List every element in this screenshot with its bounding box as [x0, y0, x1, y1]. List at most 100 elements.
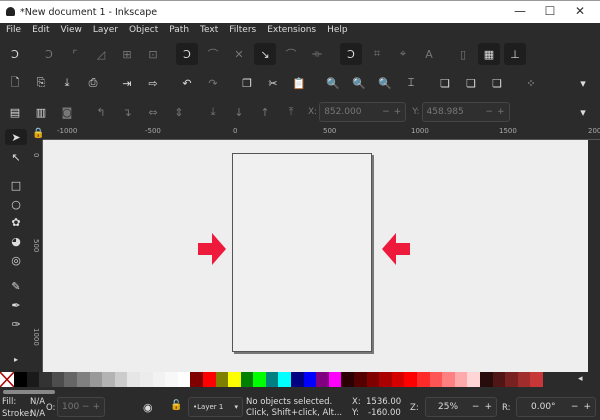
color-swatch[interactable] [102, 372, 115, 387]
snap-path-icon[interactable]: ⌒ [202, 43, 224, 65]
fill-value[interactable]: N/A [30, 397, 45, 407]
snap-guide-icon[interactable]: ⊥ [504, 43, 526, 65]
color-swatch[interactable] [152, 372, 166, 387]
color-swatch[interactable] [202, 372, 216, 387]
lower-bottom-icon[interactable]: ⤓ [202, 101, 224, 123]
color-swatch[interactable] [479, 372, 493, 387]
menu-edit[interactable]: Edit [26, 23, 54, 39]
color-swatch[interactable] [39, 372, 52, 387]
overflow-menu-icon[interactable]: ▾ [572, 72, 594, 94]
undo-icon[interactable]: ↶ [176, 72, 198, 94]
menu-view[interactable]: View [55, 23, 87, 39]
layer-visibility-eye-icon[interactable]: ◉ [143, 401, 153, 414]
node-tool-icon[interactable]: ↖ [5, 149, 27, 165]
select-all-layers-icon[interactable]: ▥ [30, 101, 52, 123]
rotate-cw-icon[interactable]: ↴ [116, 101, 138, 123]
color-swatch[interactable] [139, 372, 153, 387]
star-tool-icon[interactable]: ✿ [5, 214, 27, 230]
color-swatch[interactable] [303, 372, 317, 387]
pen-tool-icon[interactable]: ✒ [5, 297, 27, 313]
color-swatch[interactable] [417, 372, 430, 387]
color-swatch[interactable] [240, 372, 254, 387]
clone-icon[interactable]: ❏ [460, 72, 482, 94]
snap-intersection-icon[interactable]: ✕ [228, 43, 250, 65]
maximize-button[interactable]: ☐ [535, 4, 565, 20]
vertical-scrollbar[interactable] [588, 140, 600, 372]
snap-bbox-midpoint-icon[interactable]: ⊞ [116, 43, 138, 65]
export-icon[interactable]: ⇨ [142, 72, 164, 94]
redo-icon[interactable]: ↷ [202, 72, 224, 94]
color-swatch[interactable] [177, 372, 191, 387]
menu-file[interactable]: File [0, 23, 26, 39]
x-increment[interactable]: + [394, 107, 402, 117]
select-group-icon[interactable]: ⁘ [520, 72, 542, 94]
menu-help[interactable]: Help [321, 23, 353, 39]
palette-menu-icon[interactable]: ◂ [578, 374, 583, 384]
calligraphy-tool-icon[interactable]: ✑ [5, 316, 27, 332]
snap-midpoint-icon[interactable]: ⟛ [306, 43, 328, 65]
paste-icon[interactable]: 📋 [288, 72, 310, 94]
menu-path[interactable]: Path [163, 23, 194, 39]
3d-box-tool-icon[interactable]: ◕ [5, 233, 27, 249]
rotate-cw-button[interactable]: + [583, 402, 591, 412]
color-swatch[interactable] [14, 372, 27, 387]
copy-icon[interactable]: ❐ [236, 72, 258, 94]
color-swatch[interactable] [215, 372, 229, 387]
no-paint-swatch-icon[interactable] [0, 372, 14, 387]
unlink-clone-icon[interactable]: ❏ [486, 72, 508, 94]
color-swatch[interactable] [391, 372, 405, 387]
rectangle-tool-icon[interactable]: □ [5, 177, 27, 193]
snap-nodes-icon[interactable]: Ↄ [176, 43, 198, 65]
snap-grid-icon[interactable]: ▦ [478, 43, 500, 65]
zoom-selection-icon[interactable]: 🔍 [322, 72, 344, 94]
y-decrement[interactable]: − [485, 107, 493, 117]
opacity-increment[interactable]: + [92, 402, 100, 412]
color-swatch[interactable] [467, 372, 480, 387]
selector-tool-icon[interactable]: ➤ [5, 129, 27, 145]
rotation-input[interactable]: 0.00° − + [516, 397, 596, 417]
zoom-in-button[interactable]: + [484, 402, 492, 412]
color-swatch[interactable] [442, 372, 455, 387]
color-swatch[interactable] [127, 372, 140, 387]
x-input[interactable]: 852.000 − + [319, 102, 407, 122]
color-swatch[interactable] [76, 372, 90, 387]
opacity-input[interactable]: 100− + [57, 397, 105, 417]
snap-cusp-icon[interactable]: ↘ [254, 43, 276, 65]
snap-smooth-icon[interactable]: ⌒ [280, 43, 302, 65]
color-swatch[interactable] [165, 372, 178, 387]
color-swatch[interactable] [505, 372, 518, 387]
zoom-input[interactable]: 25% − + [425, 397, 497, 417]
layer-unlock-icon[interactable]: 🔓 [170, 400, 182, 411]
snap-bbox-icon[interactable]: Ↄ [38, 43, 60, 65]
color-swatch[interactable] [114, 372, 128, 387]
cut-icon[interactable]: ✂ [262, 72, 284, 94]
y-increment[interactable]: + [497, 107, 505, 117]
raise-icon[interactable]: ↑ [254, 101, 276, 123]
snap-bbox-edge-icon[interactable]: ⌜ [64, 43, 86, 65]
color-swatch[interactable] [291, 372, 304, 387]
color-swatch[interactable] [379, 372, 392, 387]
minimize-button[interactable]: — [505, 4, 535, 20]
snap-bbox-corner-icon[interactable]: ◿ [90, 43, 112, 65]
color-swatch[interactable] [517, 372, 531, 387]
color-swatch[interactable] [429, 372, 443, 387]
menu-object[interactable]: Object [123, 23, 163, 39]
color-swatch[interactable] [253, 372, 266, 387]
color-swatch[interactable] [454, 372, 468, 387]
raise-top-icon[interactable]: ⤒ [280, 101, 302, 123]
horizontal-scrollbar[interactable] [3, 390, 55, 394]
spiral-tool-icon[interactable]: ◎ [5, 252, 27, 268]
color-swatch[interactable] [328, 372, 342, 387]
color-swatch[interactable] [51, 372, 65, 387]
color-swatch[interactable] [366, 372, 380, 387]
menu-extensions[interactable]: Extensions [261, 23, 321, 39]
pencil-tool-icon[interactable]: ✎ [5, 278, 27, 294]
color-swatch[interactable] [228, 372, 241, 387]
stroke-value[interactable]: N/A [30, 409, 45, 419]
overflow-menu-icon[interactable]: ▾ [572, 101, 594, 123]
deselect-icon[interactable]: ◙ [56, 101, 78, 123]
flip-vertical-icon[interactable]: ⇕ [168, 101, 190, 123]
snap-text-baseline-icon[interactable]: A [418, 43, 440, 65]
zoom-page-icon[interactable]: 🔍 [374, 72, 396, 94]
new-document-icon[interactable]: 🗋 [4, 72, 26, 94]
